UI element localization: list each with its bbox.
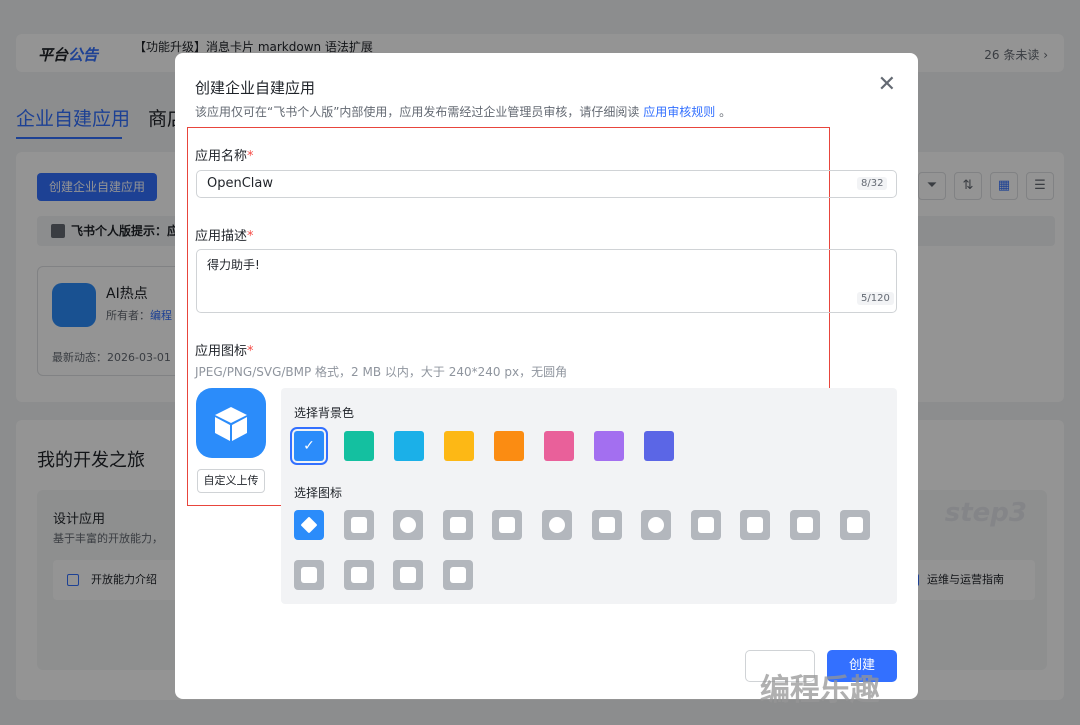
document-icon[interactable] [839, 510, 870, 540]
icon-glyph [400, 567, 417, 583]
icon-glyph [846, 517, 863, 533]
icon-glyph [797, 517, 813, 533]
check-icon: ✓ [303, 438, 315, 454]
icon-glyph [300, 516, 318, 534]
icon-glyph [549, 517, 565, 533]
pie-chart-icon[interactable] [641, 510, 672, 540]
icon-glyph [747, 517, 764, 533]
desc-char-count: 5/120 [857, 292, 894, 305]
layout-icon[interactable] [343, 560, 374, 590]
app-icon-label: 应用图标* [195, 344, 254, 359]
close-icon[interactable]: ✕ [878, 74, 896, 96]
create-app-dialog: 创建企业自建应用 ✕ 该应用仅可在“飞书个人版”内部使用，应用发布需经过企业管理… [175, 53, 918, 699]
icon-format-hint: JPEG/PNG/SVG/BMP 格式，2 MB 以内，大于 240*240 p… [195, 365, 568, 379]
bg-color-label: 选择背景色 [294, 406, 355, 420]
color-swatch[interactable] [594, 431, 624, 461]
color-swatch[interactable] [394, 431, 424, 461]
shield-icon[interactable] [294, 560, 324, 590]
cube-icon[interactable] [294, 510, 324, 540]
checklist-icon[interactable] [591, 510, 622, 540]
briefcase-icon[interactable] [492, 510, 523, 540]
icon-glyph [499, 517, 516, 533]
app-desc-textarea[interactable]: 得力助手! [196, 249, 897, 313]
star-icon[interactable] [690, 510, 721, 540]
icon-glyph [449, 567, 466, 583]
color-swatch[interactable] [544, 431, 574, 461]
color-swatch[interactable] [494, 431, 524, 461]
icon-picker: 选择背景色 ✓ 选择图标 [281, 388, 897, 604]
color-swatch[interactable] [344, 431, 374, 461]
color-swatch[interactable]: ✓ [290, 427, 328, 465]
color-swatch[interactable] [644, 431, 674, 461]
app-name-label: 应用名称* [195, 149, 254, 164]
review-rules-link[interactable]: 应用审核规则 [643, 105, 715, 119]
icon-glyph [350, 567, 367, 583]
code-icon[interactable] [442, 560, 473, 590]
wrench-icon[interactable] [790, 510, 820, 540]
icon-glyph [648, 517, 665, 533]
icon-glyph [449, 517, 466, 533]
chart-icon[interactable] [442, 510, 473, 540]
dialog-description: 该应用仅可在“飞书个人版”内部使用，应用发布需经过企业管理员审核，请仔细阅读 应… [195, 105, 732, 119]
cube-icon [215, 407, 247, 441]
custom-upload-button[interactable]: 自定义上传 [197, 469, 265, 493]
icon-glyph [400, 517, 417, 533]
dialog-title: 创建企业自建应用 [195, 79, 316, 97]
icon-glyph [301, 567, 317, 583]
lightbulb-icon[interactable] [393, 510, 424, 540]
color-swatch[interactable] [444, 431, 474, 461]
app-name-input[interactable]: OpenClaw [196, 170, 897, 198]
robot-icon[interactable] [343, 510, 374, 540]
bell-icon[interactable] [542, 510, 572, 540]
icon-glyph [350, 517, 367, 533]
app-icon-preview [196, 388, 266, 458]
icon-glyph [697, 517, 714, 533]
app-desc-label: 应用描述* [195, 229, 254, 244]
icon-glyph [598, 517, 615, 533]
name-char-count: 8/32 [857, 177, 888, 190]
icon-select-label: 选择图标 [294, 486, 343, 500]
people-icon[interactable] [393, 560, 424, 590]
watermark: 编程乐趣 [760, 673, 880, 708]
tag-icon[interactable] [740, 510, 771, 540]
